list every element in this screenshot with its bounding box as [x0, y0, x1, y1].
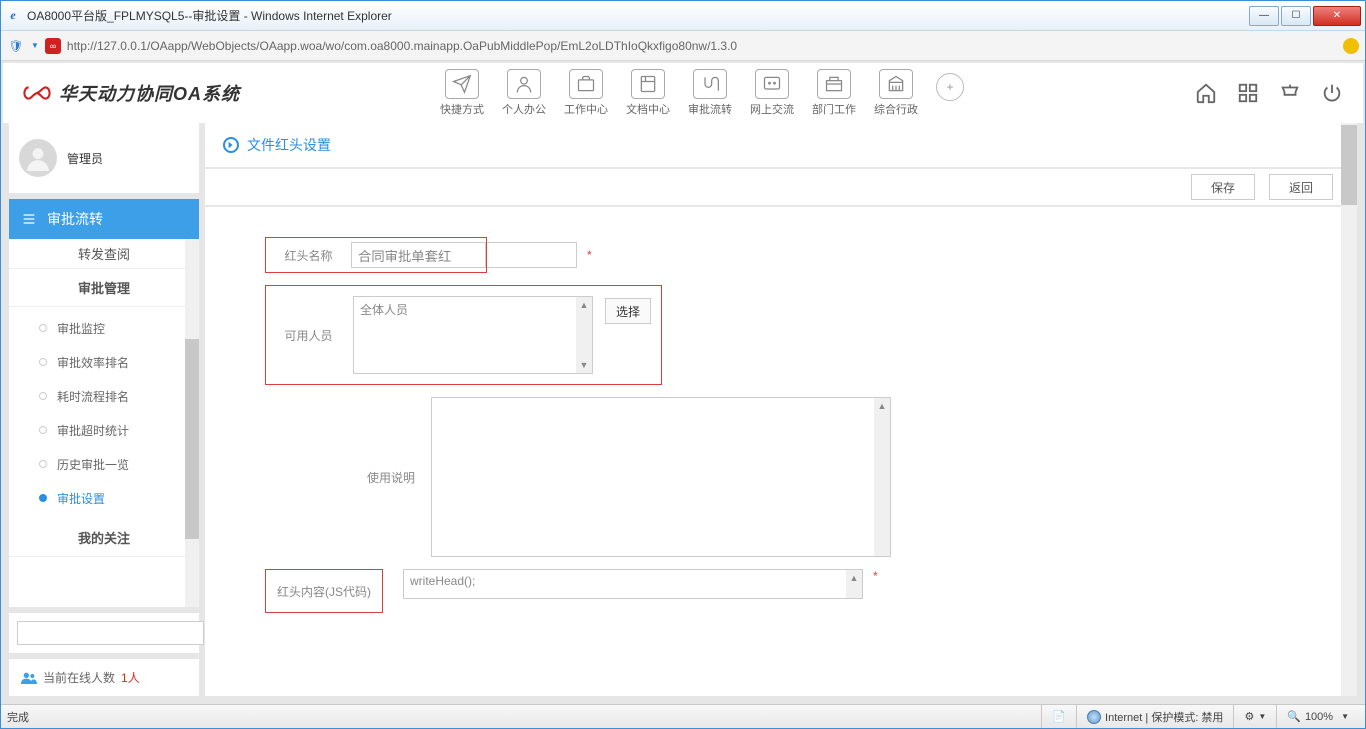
- required-asterisk-2: *: [873, 569, 878, 583]
- nav-personal[interactable]: 个人办公: [502, 69, 546, 117]
- label-content: 红头内容(JS代码): [274, 583, 374, 600]
- app-header: 华天动力协同OA系统 快捷方式 个人办公 工作中心 文档中心 审批流转 网上交流…: [3, 63, 1363, 123]
- apps-icon[interactable]: [1237, 82, 1259, 104]
- sidebar-scrollbar[interactable]: [185, 239, 199, 607]
- sidebar-item-settings[interactable]: 审批设置: [9, 481, 199, 515]
- info-dropdown-icon[interactable]: ▼: [31, 41, 39, 50]
- sidebar-header[interactable]: 审批流转: [9, 199, 199, 239]
- arrow-circle-icon: [223, 137, 239, 153]
- listbox-scrollbar[interactable]: ▲▼: [576, 297, 592, 373]
- home-icon[interactable]: [1195, 82, 1217, 104]
- search-input[interactable]: [17, 621, 204, 645]
- users-icon: [21, 672, 37, 684]
- url-text[interactable]: http://127.0.0.1/OAapp/WebObjects/OAapp.…: [67, 39, 1337, 53]
- status-done: 完成: [7, 709, 29, 725]
- desc-scrollbar[interactable]: ▲: [874, 398, 890, 556]
- theme-icon[interactable]: [1279, 82, 1301, 104]
- label-desc: 使用说明: [351, 397, 431, 557]
- nav-docs[interactable]: 文档中心: [626, 69, 670, 117]
- status-bar: 完成 📄 Internet | 保护模式: 禁用 ⚙▼ 🔍100%▼: [1, 704, 1365, 728]
- nav-approval[interactable]: 审批流转: [688, 69, 732, 117]
- people-listbox[interactable]: 全体人员 ▲▼: [353, 296, 593, 374]
- input-name-extra[interactable]: [487, 242, 577, 268]
- sidebar-item-efficiency[interactable]: 审批效率排名: [9, 345, 199, 379]
- nav-quick[interactable]: 快捷方式: [440, 69, 484, 117]
- save-button[interactable]: 保存: [1191, 174, 1255, 200]
- power-icon[interactable]: [1321, 82, 1343, 104]
- content-scrollbar[interactable]: ▲: [846, 570, 862, 598]
- status-popup-icon[interactable]: 📄: [1041, 705, 1076, 728]
- page-title: 文件红头设置: [247, 135, 331, 155]
- page-title-bar: 文件红头设置: [205, 123, 1357, 167]
- nav-add-button[interactable]: +: [936, 73, 964, 101]
- online-users: 当前在线人数 1人: [9, 659, 199, 696]
- required-asterisk: *: [587, 248, 592, 262]
- label-name: 红头名称: [266, 239, 351, 271]
- sidebar-section-forward[interactable]: 转发查阅: [9, 239, 199, 269]
- sidebar-item-history[interactable]: 历史审批一览: [9, 447, 199, 481]
- back-button[interactable]: 返回: [1269, 174, 1333, 200]
- status-zoom[interactable]: 🔍100%▼: [1276, 705, 1359, 728]
- content-textarea[interactable]: writeHead(); ▲: [403, 569, 863, 599]
- main-scrollbar[interactable]: [1341, 123, 1357, 696]
- status-internet-mode[interactable]: Internet | 保护模式: 禁用: [1076, 705, 1233, 728]
- sidebar-section-follow[interactable]: 我的关注: [9, 519, 199, 557]
- avatar-icon: [19, 139, 57, 177]
- sidebar-item-monitor[interactable]: 审批监控: [9, 311, 199, 345]
- site-favicon: ∞: [45, 38, 61, 54]
- nav-admin[interactable]: 综合行政: [874, 69, 918, 117]
- nav-dept[interactable]: 部门工作: [812, 69, 856, 117]
- user-card: 管理员: [9, 123, 199, 193]
- list-icon: [21, 211, 37, 227]
- window-titlebar: e OA8000平台版_FPLMYSQL5--审批设置 - Windows In…: [1, 1, 1365, 31]
- brand-logo-icon: [23, 84, 51, 102]
- sidebar-section-approval[interactable]: 审批管理: [9, 269, 199, 307]
- user-name: 管理员: [67, 150, 103, 167]
- address-bar: 🛡 ▼ ∞ http://127.0.0.1/OAapp/WebObjects/…: [1, 31, 1365, 61]
- addon-icon[interactable]: [1343, 38, 1359, 54]
- ie-icon: e: [5, 8, 21, 24]
- shield-icon[interactable]: 🛡: [7, 37, 25, 55]
- brand-text: 华天动力协同OA系统: [59, 80, 240, 106]
- close-button[interactable]: ✕: [1313, 6, 1361, 26]
- nav-chat[interactable]: 网上交流: [750, 69, 794, 117]
- maximize-button[interactable]: ☐: [1281, 6, 1311, 26]
- label-people: 可用人员: [276, 327, 341, 344]
- globe-icon: [1087, 710, 1101, 724]
- sidebar-item-overtime[interactable]: 审批超时统计: [9, 413, 199, 447]
- minimize-button[interactable]: —: [1249, 6, 1279, 26]
- window-title: OA8000平台版_FPLMYSQL5--审批设置 - Windows Inte…: [27, 7, 1249, 24]
- select-people-button[interactable]: 选择: [605, 298, 651, 324]
- nav-work[interactable]: 工作中心: [564, 69, 608, 117]
- sidebar-item-time[interactable]: 耗时流程排名: [9, 379, 199, 413]
- desc-textarea[interactable]: ▲: [431, 397, 891, 557]
- input-name[interactable]: [351, 242, 486, 268]
- status-compat-icon[interactable]: ⚙▼: [1233, 705, 1276, 728]
